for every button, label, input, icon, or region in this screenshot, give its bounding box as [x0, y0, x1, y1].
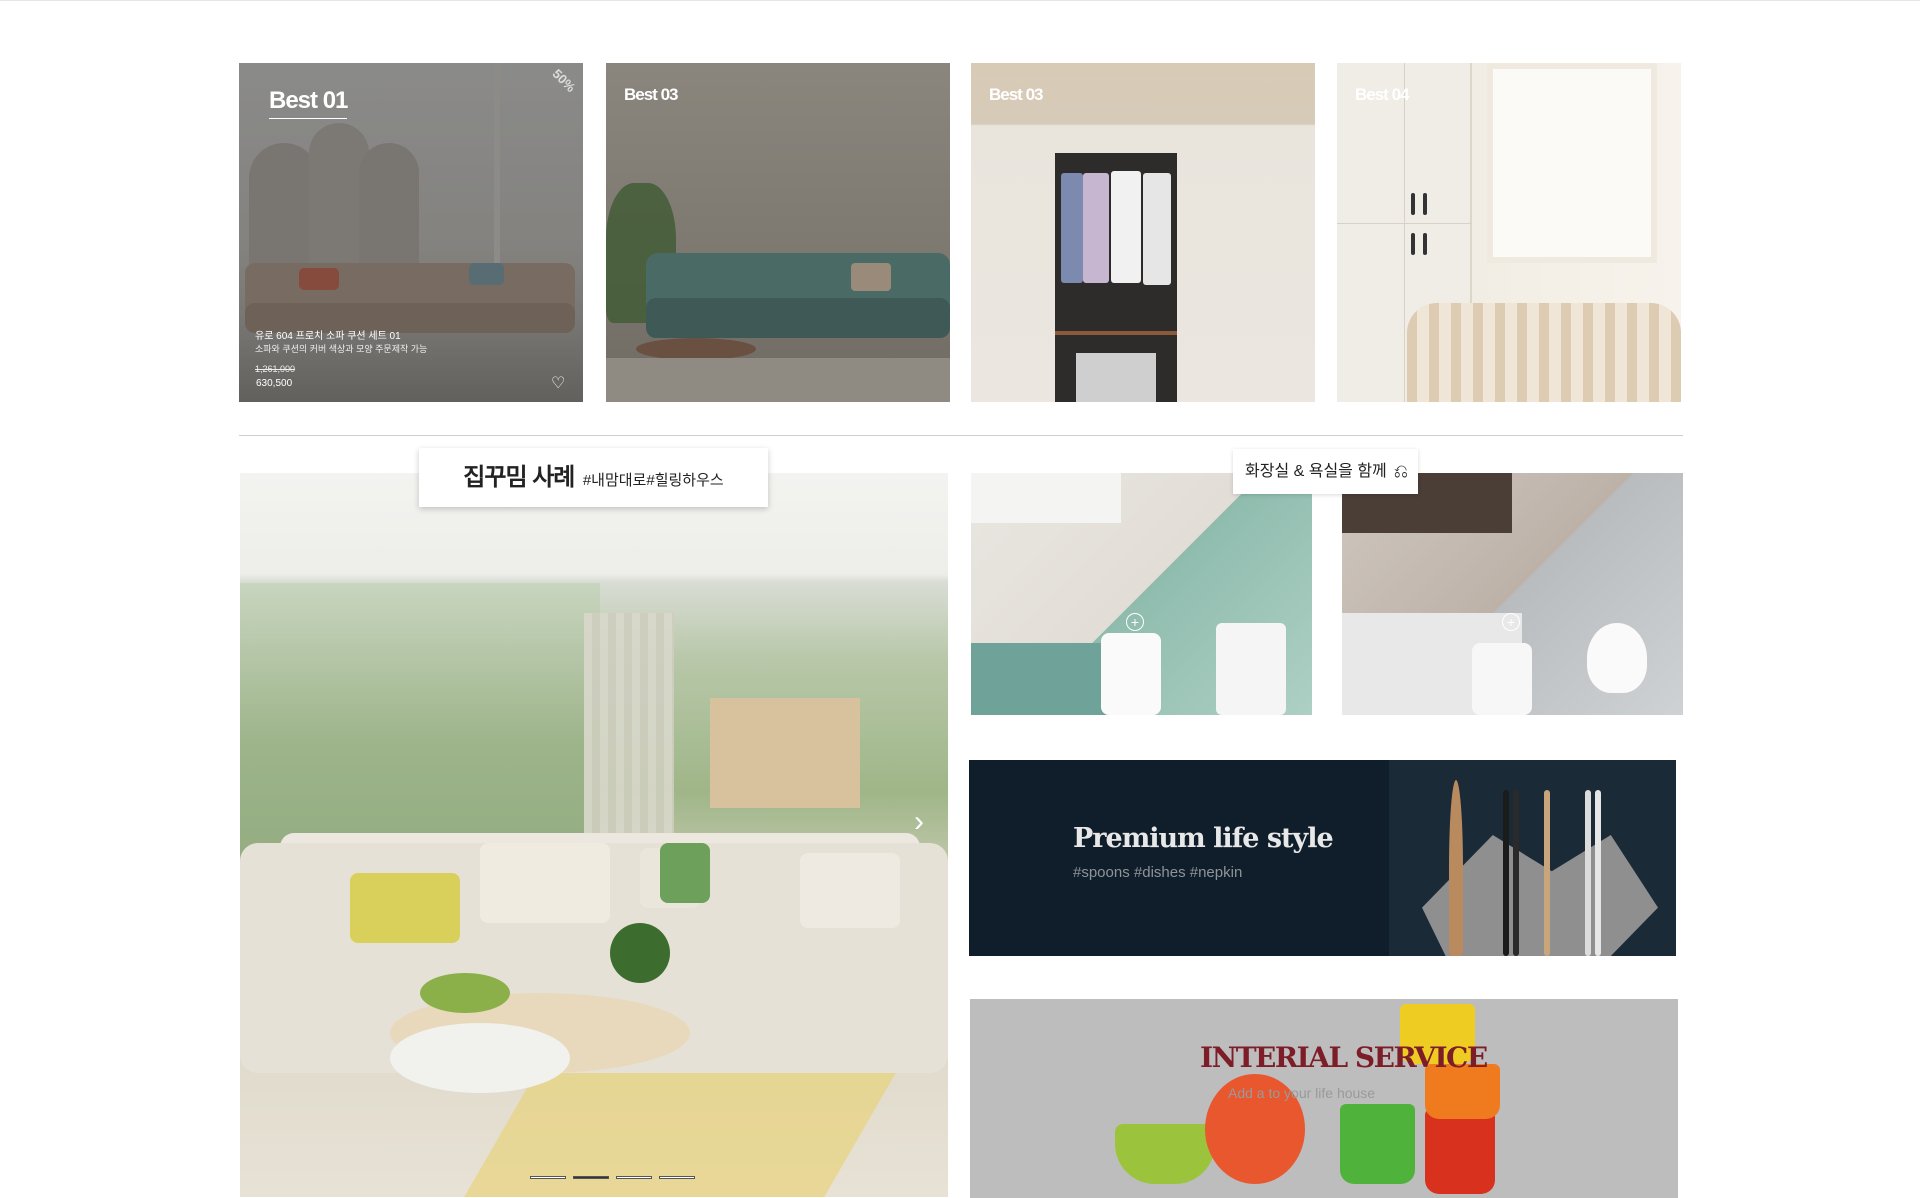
green-sofa-photo — [606, 63, 950, 402]
pegboard — [710, 698, 860, 808]
best-label: Best 01 — [269, 87, 348, 119]
slide-dot[interactable] — [616, 1176, 652, 1179]
product-name: 유로 604 프로치 소파 쿠션 세트 01 — [255, 331, 401, 342]
sink-icon: ⎌ — [1393, 461, 1408, 481]
chevron-right-icon[interactable]: › — [896, 799, 942, 845]
plus-icon[interactable]: + — [1502, 613, 1520, 631]
interial-title: INTERIAL SERVICE — [1200, 1041, 1488, 1074]
best-label: Best 04 — [1355, 85, 1409, 104]
kids-room-photo — [1337, 63, 1681, 402]
best-card-2[interactable]: Best 03 — [606, 63, 950, 402]
section-divider — [239, 435, 1683, 436]
slide-indicator — [530, 1176, 695, 1179]
closet-photo — [971, 63, 1315, 402]
kitchen-bath-card-2[interactable]: + — [1342, 473, 1683, 715]
premium-tags: #spoons #dishes #nepkin — [1073, 864, 1243, 881]
top-border — [0, 0, 1920, 1]
original-price: 1,261,000 — [255, 364, 296, 374]
slider-title-box: 집꾸밈 사례 #내맘대로#힐링하우스 — [419, 448, 768, 507]
bath-kitchen-label: 화장실 & 욕실을 함께 ⎌ — [1233, 449, 1418, 494]
slide-dot[interactable] — [573, 1176, 609, 1179]
premium-title: Premium life style — [1073, 823, 1334, 854]
slide-dot[interactable] — [659, 1176, 695, 1179]
interial-service-banner[interactable]: INTERIAL SERVICE Add a to your life hous… — [970, 999, 1678, 1198]
product-description: 소파와 쿠션의 커버 색상과 모양 주문제작 가능 — [255, 344, 428, 354]
slide-dot[interactable] — [530, 1176, 566, 1179]
sale-price: 630,500 — [256, 378, 293, 389]
living-room-slider[interactable] — [240, 473, 948, 1197]
best-card-3[interactable]: Best 03 — [971, 63, 1315, 402]
best-card-1[interactable]: Best 01 50% 유로 604 프로치 소파 쿠션 세트 01 소파와 쿠… — [239, 63, 583, 402]
heart-icon[interactable]: ♡ — [551, 376, 569, 392]
slider-tags: #내맘대로#힐링하우스 — [582, 472, 724, 489]
plus-icon[interactable]: + — [1126, 613, 1144, 631]
best-card-4[interactable]: Best 04 — [1337, 63, 1681, 402]
bath-kitchen-text: 화장실 & 욕실을 함께 — [1245, 463, 1387, 480]
kitchen-bath-card-1[interactable]: + — [971, 473, 1312, 715]
premium-banner[interactable]: Premium life style #spoons #dishes #nepk… — [969, 760, 1676, 956]
interial-subtitle: Add a to your life house — [1228, 1085, 1376, 1101]
best-label: Best 03 — [624, 85, 678, 104]
slider-title: 집꾸밈 사례 — [463, 464, 575, 491]
best-label: Best 03 — [989, 85, 1043, 104]
